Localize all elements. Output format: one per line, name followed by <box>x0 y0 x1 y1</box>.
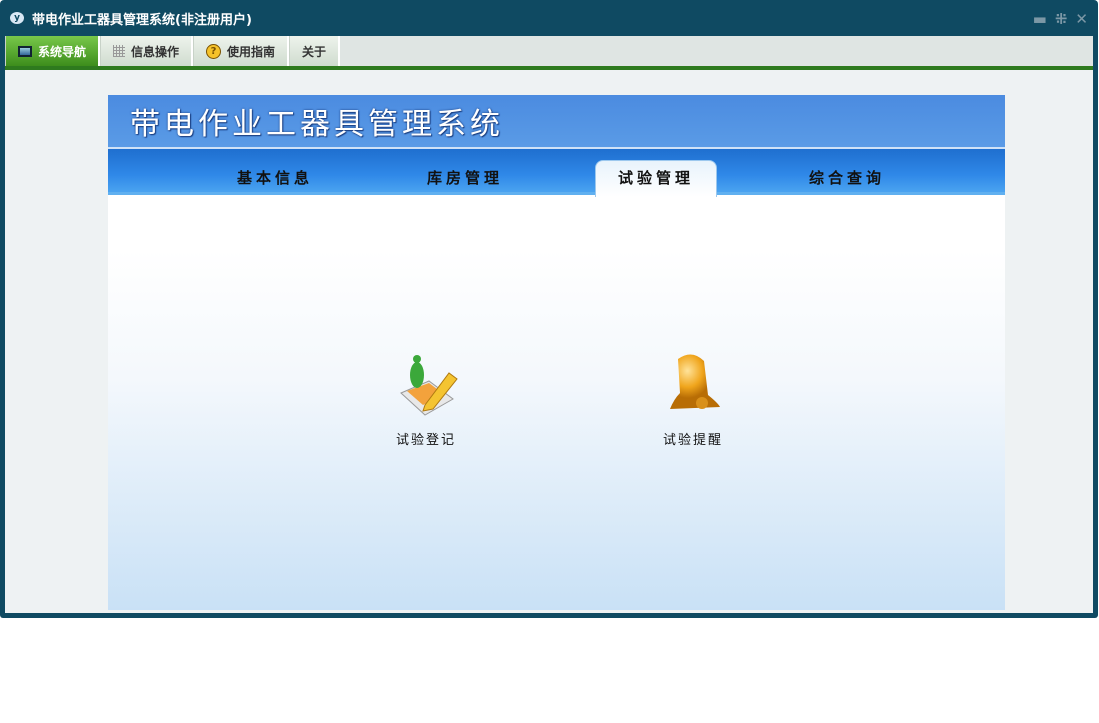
banner-title: 带电作业工器具管理系统 <box>130 107 504 142</box>
client-area: 系统导航 信息操作 ? 使用指南 关于 带电作业工器具管理系统 基本信息 库房管… <box>5 36 1093 613</box>
banner: 带电作业工器具管理系统 <box>108 95 1005 149</box>
menu-tab-info-ops[interactable]: 信息操作 <box>100 36 194 66</box>
restore-icon[interactable]: ⁜ <box>1055 10 1068 28</box>
nav-tab-basic-info[interactable]: 基本信息 <box>214 161 336 195</box>
menu-tab-label: 系统导航 <box>38 44 87 59</box>
test-reminder-button[interactable]: 试验提醒 <box>643 351 743 448</box>
divider <box>5 66 1093 70</box>
menu-tab-label: 使用指南 <box>227 44 276 59</box>
test-register-button[interactable]: 试验登记 <box>376 351 476 448</box>
nav-bar: 基本信息 库房管理 试验管理 综合查询 <box>108 149 1005 197</box>
nav-tab-test-mgmt[interactable]: 试验管理 <box>595 160 717 197</box>
nav-tab-query[interactable]: 综合查询 <box>786 161 908 195</box>
menu-tab-label: 关于 <box>302 44 327 59</box>
nav-tab-warehouse[interactable]: 库房管理 <box>404 161 526 195</box>
menu-tab-system-nav[interactable]: 系统导航 <box>5 36 101 66</box>
app-window: y 带电作业工器具管理系统(非注册用户) ▬ ⁜ ✕ 系统导航 信息操作 ? 使… <box>0 0 1098 618</box>
window-title: 带电作业工器具管理系统(非注册用户) <box>32 12 252 28</box>
app-logo-icon: y <box>10 12 24 24</box>
test-register-label: 试验登记 <box>395 433 456 448</box>
monitor-icon <box>18 45 32 57</box>
close-icon[interactable]: ✕ <box>1075 10 1088 28</box>
test-register-icon <box>400 355 458 416</box>
bell-icon <box>670 354 720 409</box>
menu-tab-label: 信息操作 <box>131 44 180 59</box>
main-panel: 带电作业工器具管理系统 基本信息 库房管理 试验管理 综合查询 试验登记 试验提… <box>108 95 1005 610</box>
title-bar: y 带电作业工器具管理系统(非注册用户) ▬ ⁜ ✕ <box>0 0 1098 36</box>
test-reminder-label: 试验提醒 <box>662 433 723 448</box>
menu-tab-about[interactable]: 关于 <box>289 36 341 66</box>
help-icon: ? <box>206 43 222 59</box>
grid-icon <box>113 45 126 57</box>
menu-tab-guide[interactable]: ? 使用指南 <box>193 36 290 66</box>
minimize-icon[interactable]: ▬ <box>1033 10 1047 28</box>
menu-bar: 系统导航 信息操作 ? 使用指南 关于 <box>5 36 1093 66</box>
